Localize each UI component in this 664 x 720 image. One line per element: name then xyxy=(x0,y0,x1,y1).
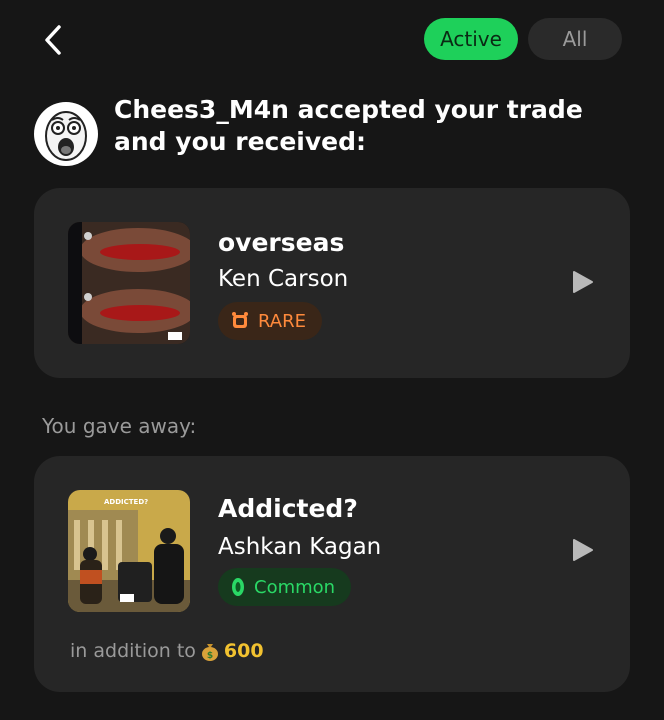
rage-face-avatar-image xyxy=(36,104,96,164)
rarity-label: RARE xyxy=(258,310,306,332)
album-cover-addicted: ADDICTED? xyxy=(68,490,190,612)
back-button[interactable] xyxy=(34,20,74,60)
given-track-card[interactable]: ADDICTED? Addicted? Ashkan Kagan Common … xyxy=(34,456,630,692)
play-icon xyxy=(573,271,593,293)
play-button[interactable] xyxy=(568,536,596,564)
track-title: overseas xyxy=(218,228,345,257)
svg-text:$: $ xyxy=(207,651,213,661)
trade-detail-screen: Active All Chees3_M4n accepted your trad… xyxy=(0,0,664,720)
gave-away-label: You gave away: xyxy=(42,414,197,438)
gem-icon xyxy=(232,578,244,596)
avatar[interactable] xyxy=(34,102,98,166)
track-title: Addicted? xyxy=(218,494,358,523)
overseas-cover-art xyxy=(68,222,190,344)
coins-amount: $ 600 xyxy=(200,640,264,662)
album-cover-overseas xyxy=(68,222,190,344)
play-icon xyxy=(573,539,593,561)
received-track-card[interactable]: overseas Ken Carson RARE xyxy=(34,188,630,378)
cover-text: ADDICTED? xyxy=(104,498,148,506)
chevron-left-icon xyxy=(45,25,61,55)
tab-all[interactable]: All xyxy=(528,18,622,60)
extra-prefix: in addition to xyxy=(70,640,196,662)
additional-coins-row: in addition to $ 600 xyxy=(70,640,264,662)
track-artist: Ken Carson xyxy=(218,266,349,292)
track-artist: Ashkan Kagan xyxy=(218,534,382,560)
coins-value: 600 xyxy=(223,640,264,662)
rarity-badge-rare: RARE xyxy=(218,302,322,340)
rarity-badge-common: Common xyxy=(218,568,352,606)
alarm-clock-icon xyxy=(232,312,248,328)
addicted-cover-art: ADDICTED? xyxy=(68,490,190,612)
play-button[interactable] xyxy=(568,268,596,296)
rarity-label: Common xyxy=(254,576,336,598)
money-bag-icon: $ xyxy=(201,644,218,661)
tab-active[interactable]: Active xyxy=(424,18,518,60)
trade-message: Chees3_M4n accepted your trade and you r… xyxy=(114,95,583,156)
